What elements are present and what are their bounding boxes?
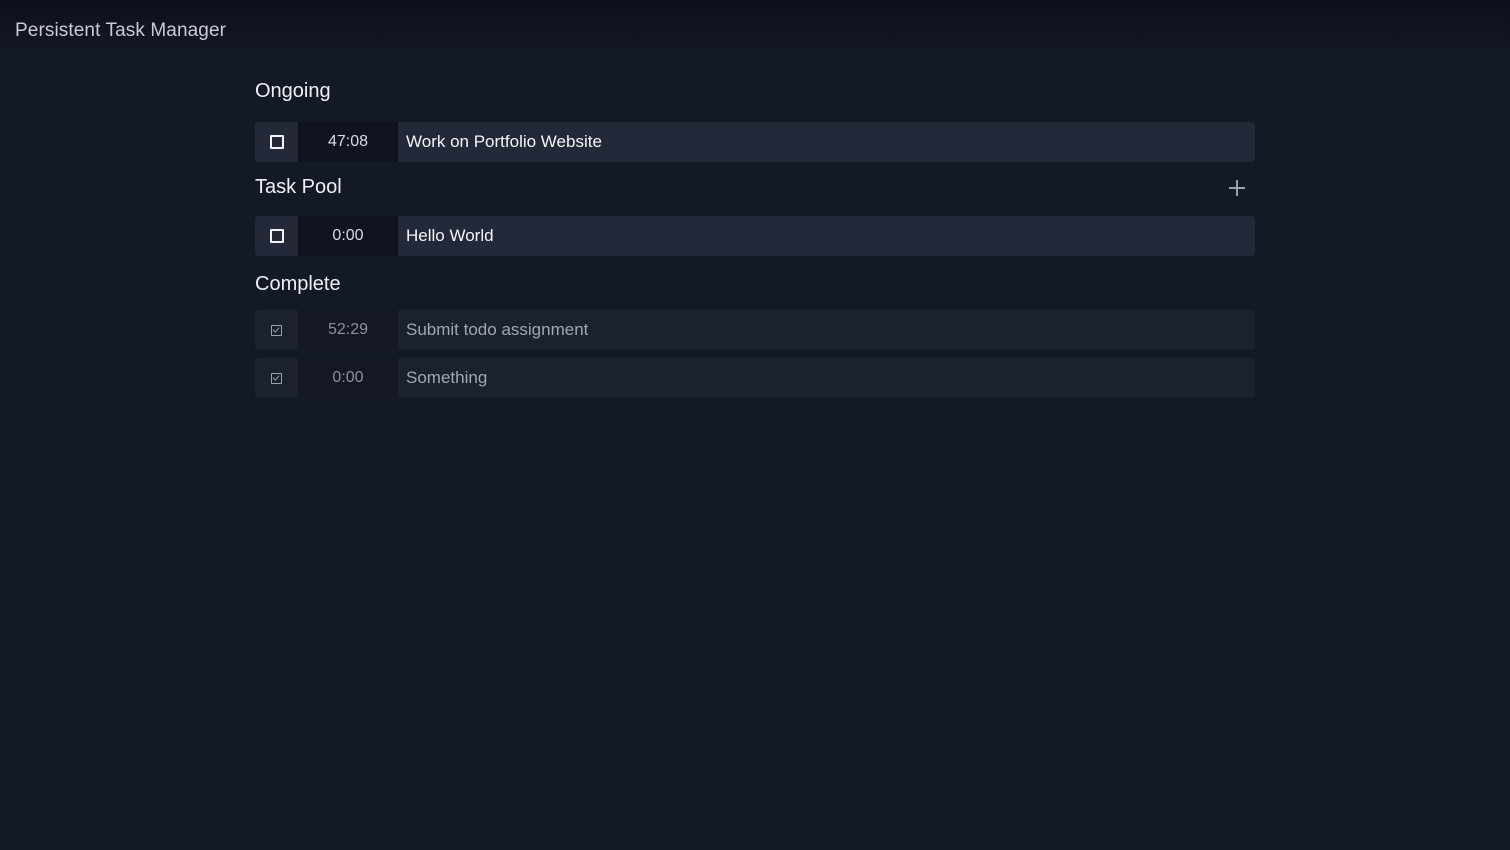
task-row: 52:29 Submit todo assignment (255, 310, 1255, 350)
task-timer[interactable]: 47:08 (298, 122, 398, 162)
app-title: Persistent Task Manager (15, 20, 227, 41)
task-checkbox[interactable] (255, 358, 298, 398)
task-name[interactable]: Submit todo assignment (398, 310, 1255, 350)
task-row: 47:08 Work on Portfolio Website (255, 122, 1255, 162)
title-bar: Persistent Task Manager (0, 0, 1510, 62)
task-name[interactable]: Work on Portfolio Website (398, 122, 1255, 162)
section-title-task-pool: Task Pool (255, 176, 342, 198)
add-task-button[interactable] (1227, 178, 1247, 198)
complete-section: Complete 52:29 Submit todo assignment 0:… (255, 264, 1255, 398)
task-pool-header: Task Pool (255, 170, 1255, 216)
complete-header: Complete (255, 264, 1255, 308)
task-timer[interactable]: 0:00 (298, 358, 398, 398)
task-checkbox[interactable] (255, 122, 298, 162)
task-checkbox[interactable] (255, 310, 298, 350)
section-title-ongoing: Ongoing (255, 80, 331, 102)
task-timer[interactable]: 0:00 (298, 216, 398, 256)
task-row: 0:00 Something (255, 358, 1255, 398)
checkbox-unchecked-icon (269, 229, 284, 243)
task-checkbox[interactable] (255, 216, 298, 256)
task-pool-section: Task Pool 0:00 Hello World (255, 170, 1255, 256)
checkbox-unchecked-icon (269, 135, 284, 149)
task-row: 0:00 Hello World (255, 216, 1255, 256)
task-name[interactable]: Something (398, 358, 1255, 398)
ongoing-section: Ongoing 47:08 Work on Portfolio Website (255, 78, 1255, 162)
task-board: Ongoing 47:08 Work on Portfolio Website … (255, 78, 1255, 406)
section-title-complete: Complete (255, 273, 341, 295)
checkbox-checked-icon (271, 372, 282, 384)
task-name[interactable]: Hello World (398, 216, 1255, 256)
checkbox-checked-icon (271, 324, 282, 336)
ongoing-header: Ongoing (255, 78, 1255, 122)
task-timer[interactable]: 52:29 (298, 310, 398, 350)
